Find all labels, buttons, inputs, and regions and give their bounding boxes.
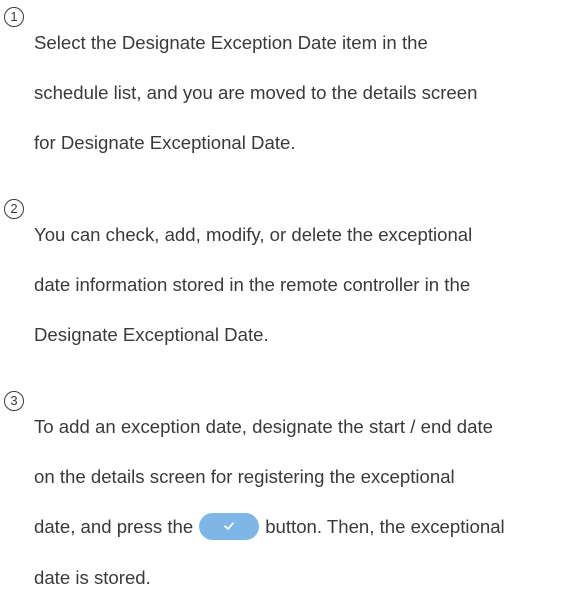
step-1-line-1: Select the Designate Exception Date item… xyxy=(34,32,428,53)
step-number-circle: 2 xyxy=(4,199,24,219)
step-number-circle: 1 xyxy=(4,7,24,27)
step-3: 3 To add an exception date, designate th… xyxy=(4,389,574,615)
step-3-line-3-before: date, and press the xyxy=(34,516,194,537)
step-2-line-1: You can check, add, modify, or delete th… xyxy=(34,224,473,245)
step-2: 2 You can check, add, modify, or delete … xyxy=(4,197,574,372)
confirm-button-illustration xyxy=(199,512,260,540)
step-number-3: 3 xyxy=(4,389,34,411)
step-number-1: 1 xyxy=(4,5,34,27)
step-3-line-3: date, and press the button. Then, the exc… xyxy=(34,512,574,540)
step-3-line-3-after: button. Then, the exceptional xyxy=(265,516,505,537)
checkmark-icon xyxy=(224,522,235,530)
instructions-page: 1 Select the Designate Exception Date it… xyxy=(0,0,574,588)
step-2-text: You can check, add, modify, or delete th… xyxy=(34,197,574,372)
step-1: 1 Select the Designate Exception Date it… xyxy=(4,5,574,180)
step-1-text: Select the Designate Exception Date item… xyxy=(34,5,574,180)
step-3-line-2: on the details screen for registering th… xyxy=(34,466,455,487)
step-2-line-3: Designate Exceptional Date. xyxy=(34,324,269,345)
step-1-line-2: schedule list, and you are moved to the … xyxy=(34,82,478,103)
step-number-2: 2 xyxy=(4,197,34,219)
step-1-line-3: for Designate Exceptional Date. xyxy=(34,132,296,153)
step-3-line-1: To add an exception date, designate the … xyxy=(34,416,493,437)
step-number-circle: 3 xyxy=(4,391,24,411)
step-2-line-2: date information stored in the remote co… xyxy=(34,274,471,295)
step-3-line-4: date is stored. xyxy=(34,566,151,588)
step-3-text: To add an exception date, designate the … xyxy=(34,389,574,615)
